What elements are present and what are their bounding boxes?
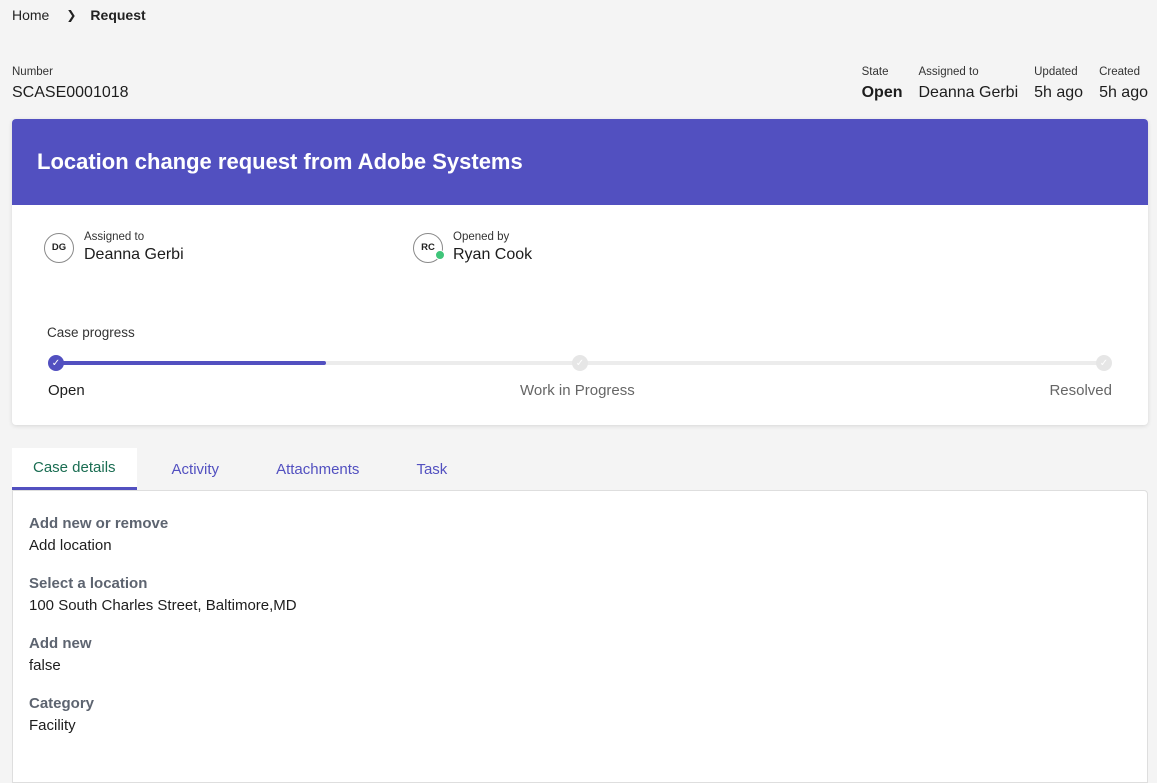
- breadcrumb: Home ❯ Request: [12, 7, 146, 23]
- assigned-value: Deanna Gerbi: [918, 84, 1019, 101]
- online-status-icon: [435, 249, 445, 260]
- detail-field: Add new or remove Add location: [29, 515, 1132, 554]
- case-details-panel: Add new or remove Add location Select a …: [12, 490, 1148, 783]
- detail-label: Select a location: [29, 575, 148, 592]
- detail-value: 100 South Charles Street, Baltimore,MD: [29, 597, 297, 614]
- avatar: RC: [413, 232, 445, 263]
- check-icon: ✓: [1096, 355, 1112, 371]
- breadcrumb-home[interactable]: Home: [12, 7, 49, 23]
- assigned-to-name: Deanna Gerbi: [84, 246, 184, 263]
- detail-field: Category Facility: [29, 695, 1132, 734]
- opened-by-person[interactable]: RC Opened by Ryan Cook: [413, 231, 532, 264]
- detail-value: false: [29, 657, 61, 674]
- assigned-to-person[interactable]: DG Assigned to Deanna Gerbi: [44, 231, 184, 264]
- tab-case-details[interactable]: Case details: [12, 448, 137, 490]
- opened-by-name: Ryan Cook: [453, 246, 533, 263]
- detail-label: Add new or remove: [29, 515, 169, 532]
- assigned-to-label: Assigned to: [84, 231, 145, 243]
- step-open: Open: [48, 382, 85, 399]
- detail-field: Select a location 100 South Charles Stre…: [29, 575, 1132, 614]
- check-icon: ✓: [48, 355, 64, 371]
- meta-assigned: Assigned to Deanna Gerbi: [919, 66, 1019, 102]
- breadcrumb-current: Request: [90, 7, 146, 23]
- meta-created: Created 5h ago: [1099, 66, 1148, 102]
- chevron-right-icon: ❯: [66, 8, 77, 22]
- step-work-in-progress: Work in Progress: [520, 382, 635, 399]
- detail-field: Add new false: [29, 635, 1132, 674]
- case-title: Location change request from Adobe Syste…: [12, 119, 1148, 205]
- number-label: Number: [12, 66, 53, 78]
- case-progress-label: Case progress: [47, 325, 135, 340]
- created-value: 5h ago: [1099, 84, 1148, 101]
- progress-fill: [52, 361, 327, 365]
- opened-by-label: Opened by: [453, 231, 510, 243]
- detail-label: Add new: [29, 635, 92, 652]
- detail-label: Category: [29, 695, 95, 712]
- check-icon: ✓: [572, 355, 588, 371]
- assigned-label: Assigned to: [918, 66, 979, 78]
- case-people: DG Assigned to Deanna Gerbi RC Opened by…: [44, 231, 1144, 271]
- updated-label: Updated: [1034, 66, 1078, 78]
- tab-task[interactable]: Task: [394, 448, 469, 490]
- record-meta: State Open Assigned to Deanna Gerbi Upda…: [846, 66, 1148, 102]
- step-resolved: Resolved: [1049, 382, 1112, 399]
- avatar-initials: RC: [421, 242, 435, 253]
- detail-value: Facility: [29, 717, 76, 734]
- record-number: Number SCASE0001018: [12, 66, 129, 102]
- meta-state: State Open: [862, 66, 903, 102]
- state-label: State: [861, 66, 889, 78]
- tab-attachments[interactable]: Attachments: [254, 448, 381, 490]
- updated-value: 5h ago: [1034, 84, 1084, 101]
- detail-value: Add location: [29, 537, 112, 554]
- created-label: Created: [1099, 66, 1140, 78]
- number-value: SCASE0001018: [12, 84, 129, 101]
- tab-bar: Case details Activity Attachments Task: [12, 448, 482, 490]
- state-value: Open: [861, 84, 903, 101]
- meta-updated: Updated 5h ago: [1034, 66, 1083, 102]
- avatar: DG: [44, 232, 74, 263]
- tab-activity[interactable]: Activity: [150, 448, 242, 490]
- case-card: Location change request from Adobe Syste…: [12, 119, 1148, 425]
